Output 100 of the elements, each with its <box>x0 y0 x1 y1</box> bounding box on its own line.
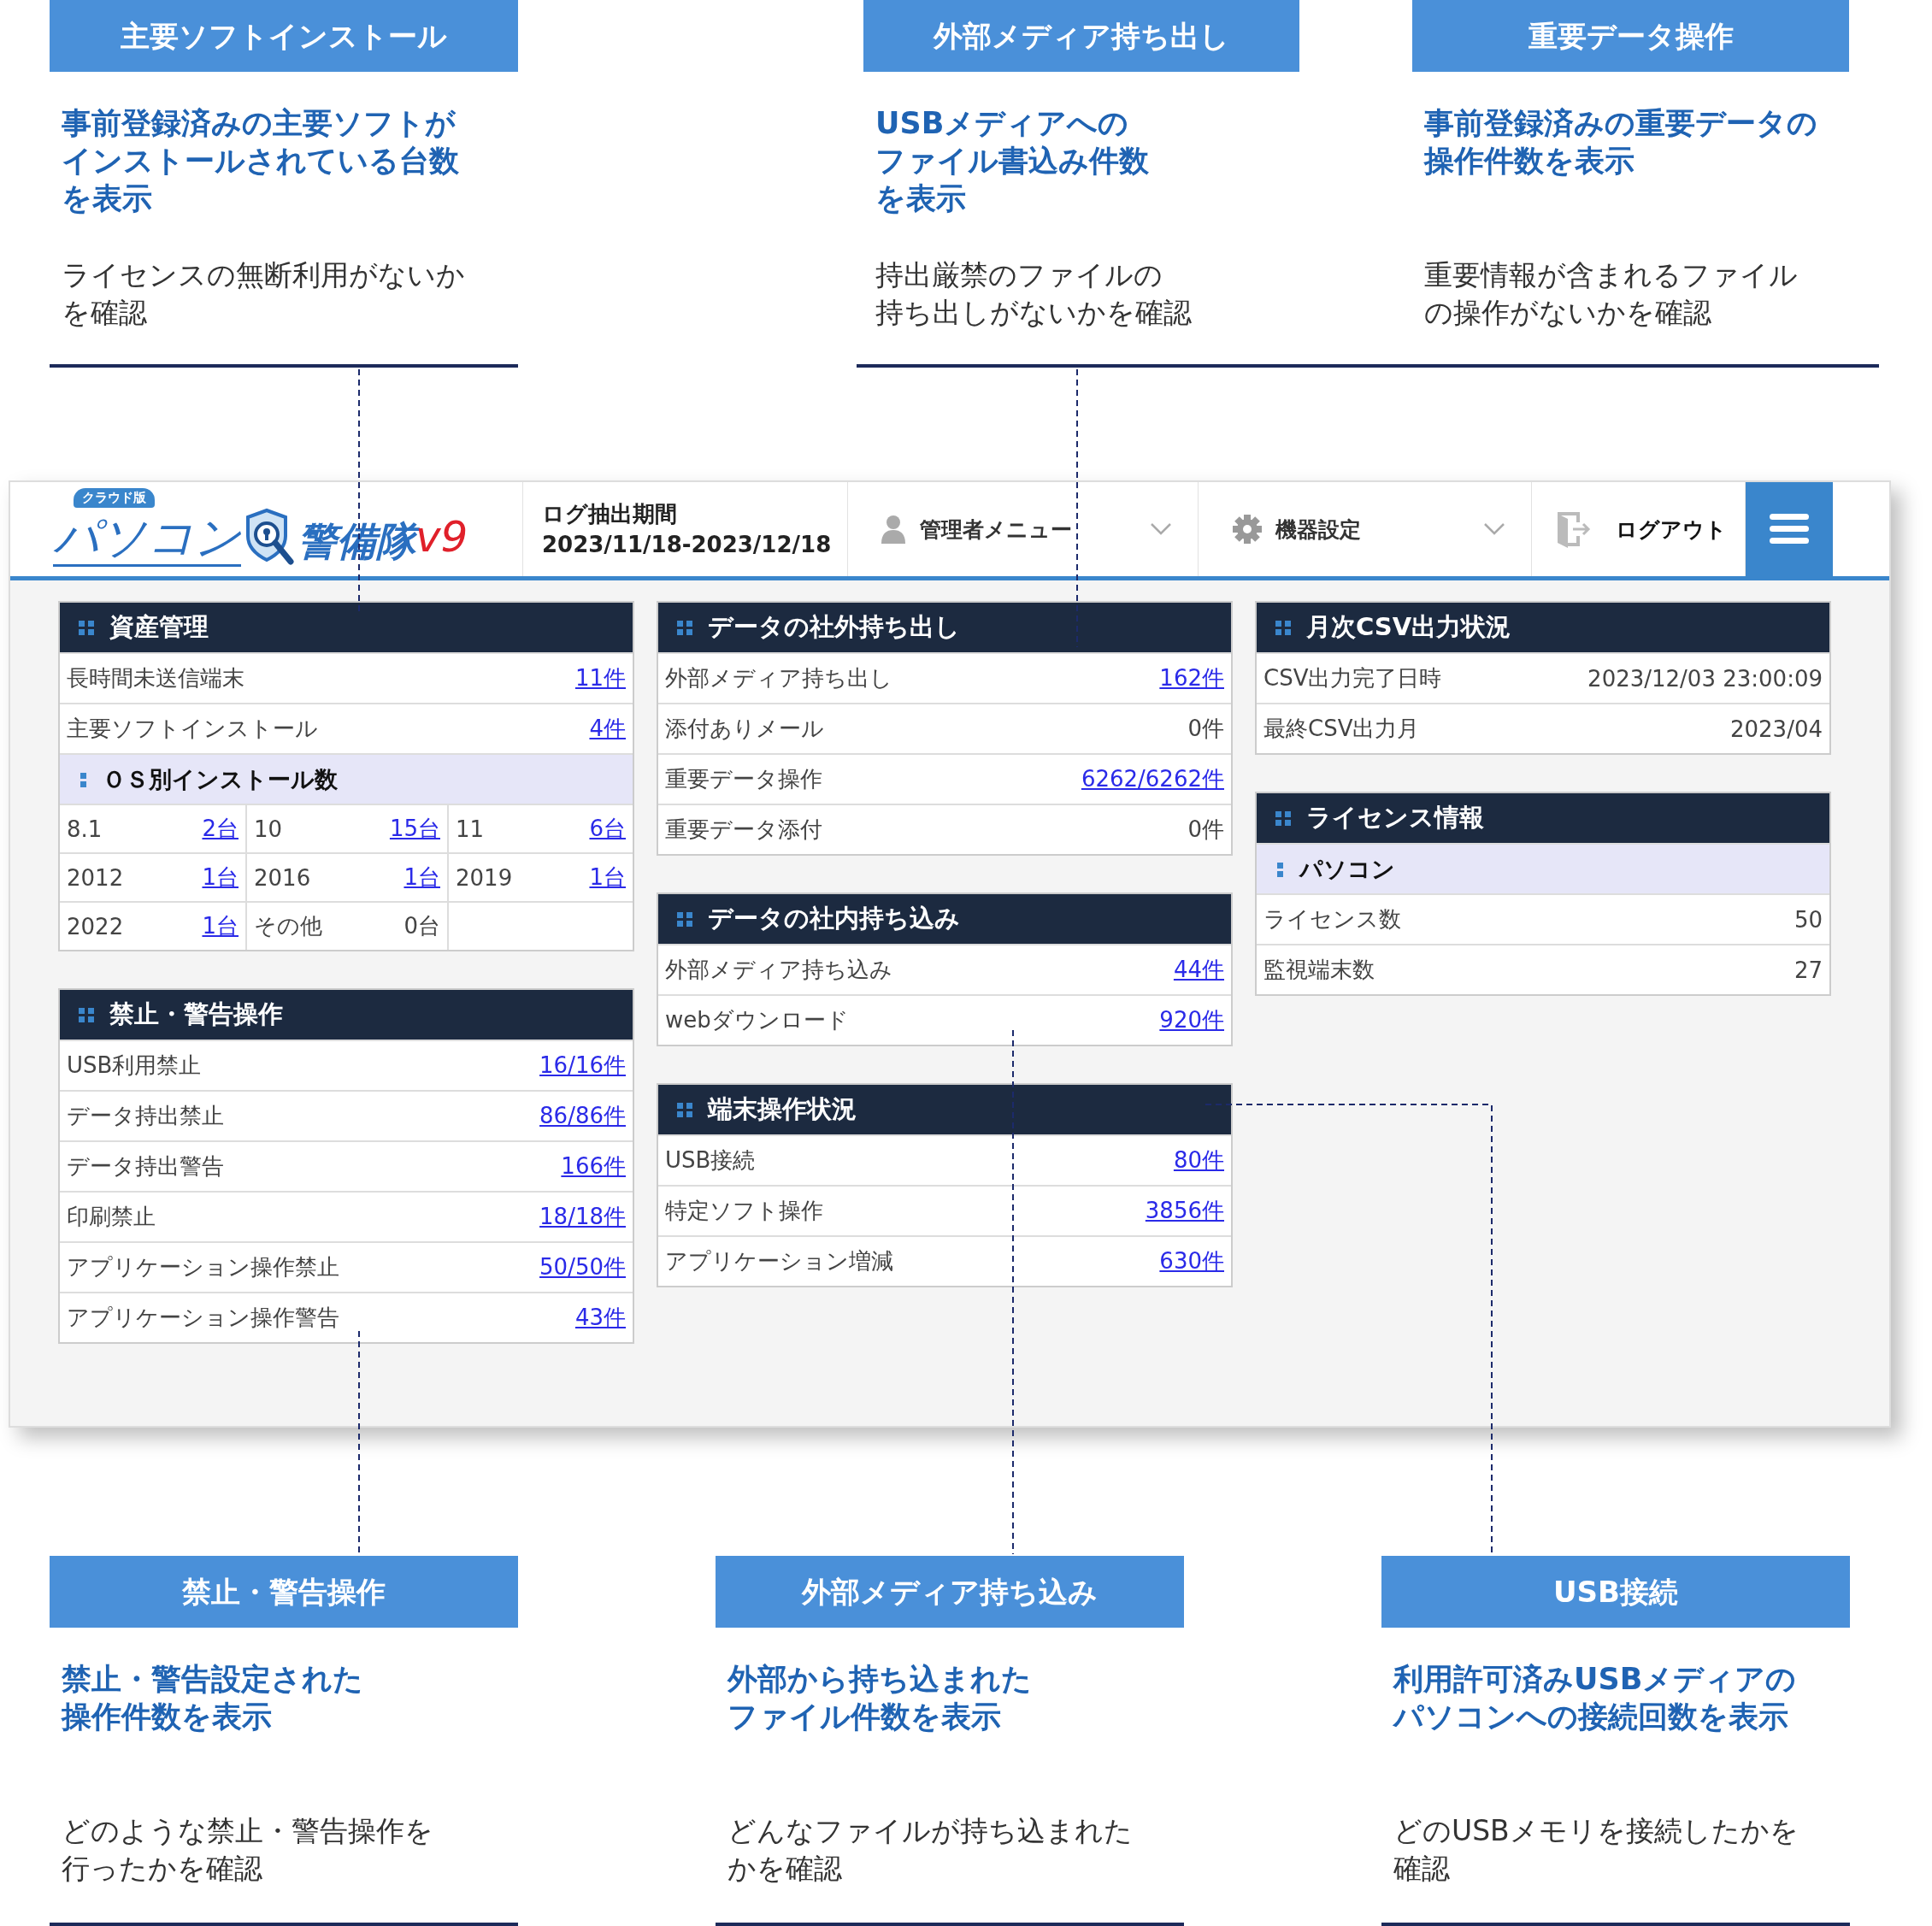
panel-title: 禁止・警告操作 <box>109 998 283 1030</box>
row-label: データ持出禁止 <box>67 1102 224 1130</box>
chevron-down-icon <box>1483 522 1505 536</box>
logout-icon <box>1556 510 1592 548</box>
subheader-title: パソコン <box>1299 854 1395 884</box>
row-label: CSV出力完了日時 <box>1263 664 1442 692</box>
count-link[interactable]: 920件 <box>1159 1005 1224 1035</box>
row-label: 添付ありメール <box>665 715 824 743</box>
row-label: アプリケーション操作警告 <box>67 1304 339 1332</box>
panel-title: データの社外持ち出し <box>708 611 960 643</box>
row-label: アプリケーション操作禁止 <box>67 1253 339 1281</box>
row-label: 外部メディア持ち込み <box>665 956 892 984</box>
callout-title: 外部メディア持ち出し <box>863 0 1299 72</box>
os-version: 2016 <box>254 864 311 891</box>
callout-detail-line: 持出厳禁のファイルの <box>875 257 1163 293</box>
row-value: 0台 <box>403 912 440 940</box>
os-version: 11 <box>456 816 485 842</box>
callout-summary-line: ファイル書込み件数 <box>875 143 1149 180</box>
count-link[interactable]: 1台 <box>202 863 239 892</box>
row-value: 0件 <box>1187 715 1224 743</box>
count-link[interactable]: 50/50件 <box>539 1252 626 1282</box>
callout-title: 外部メディア持ち込み <box>716 1556 1184 1628</box>
callout-detail-line: ライセンスの無断利用がないか <box>62 257 465 293</box>
grip-icon <box>1275 620 1291 635</box>
grip-icon <box>1275 810 1291 826</box>
callout-title: 禁止・警告操作 <box>50 1556 518 1628</box>
callout-summary-line: USBメディアへの <box>875 105 1129 142</box>
os-version: 2012 <box>67 864 124 891</box>
callout-title: 重要データ操作 <box>1412 0 1849 72</box>
callout-summary-line: 禁止・警告設定された <box>62 1661 363 1698</box>
admin-menu[interactable]: 管理者メニュー <box>848 482 1199 576</box>
row-value: 0件 <box>1187 816 1224 844</box>
logo: クラウド版 パソコン 警備隊v9 <box>53 488 475 570</box>
grip-icon <box>1277 861 1284 877</box>
count-link[interactable]: 43件 <box>574 1303 626 1333</box>
panel-title: 資産管理 <box>109 611 209 643</box>
callout-summary-line: 操作件数を表示 <box>62 1699 272 1735</box>
panel-title: 端末操作状況 <box>708 1093 857 1125</box>
callout-summary-line: 操作件数を表示 <box>1424 143 1635 180</box>
callout-summary-line: 利用許可済みUSBメディアの <box>1393 1661 1797 1698</box>
os-version: 10 <box>254 816 283 842</box>
callout-detail-line: 持ち出しがないかを確認 <box>875 295 1192 331</box>
period-label: ログ抽出期間 <box>542 500 677 528</box>
row-value: 50 <box>1794 906 1823 933</box>
os-version: 8.1 <box>67 816 103 842</box>
count-link[interactable]: 630件 <box>1159 1246 1224 1276</box>
callout-detail-line: どのUSBメモリを接続したかを <box>1393 1813 1799 1849</box>
count-link[interactable]: 16/16件 <box>539 1051 626 1081</box>
count-link[interactable]: 4件 <box>589 714 626 744</box>
count-link[interactable]: 3856件 <box>1145 1196 1224 1226</box>
row-label: 外部メディア持ち出し <box>665 664 892 692</box>
callout-summary-line: を表示 <box>875 180 966 217</box>
callout-detail-line: 確認 <box>1393 1851 1450 1887</box>
row-label: データ持出警告 <box>67 1152 224 1181</box>
os-version: その他 <box>254 912 322 940</box>
callout-detail-line: どのような禁止・警告操作を <box>62 1813 433 1849</box>
callout-detail-line: の操作がないかを確認 <box>1424 295 1711 331</box>
row-label: webダウンロード <box>665 1006 849 1034</box>
subheader-title: ＯＳ別インストール数 <box>103 764 338 794</box>
count-link[interactable]: 1台 <box>202 911 239 941</box>
panel-title: データの社内持ち込み <box>708 903 960 934</box>
grip-icon <box>79 620 94 635</box>
count-link[interactable]: 1台 <box>589 863 626 892</box>
count-link[interactable]: 6262/6262件 <box>1081 764 1224 794</box>
count-link[interactable]: 11件 <box>574 663 626 693</box>
row-label: 主要ソフトインストール <box>67 715 318 743</box>
count-link[interactable]: 86/86件 <box>539 1101 626 1131</box>
callout-summary-line: 事前登録済みの重要データの <box>1424 105 1817 142</box>
grip-icon <box>80 771 87 787</box>
user-icon <box>881 515 906 544</box>
row-value: 2023/12/03 23:00:09 <box>1587 665 1823 692</box>
count-link[interactable]: 44件 <box>1173 955 1224 985</box>
count-link[interactable]: 18/18件 <box>539 1202 626 1232</box>
row-label: 重要データ操作 <box>665 765 822 793</box>
count-link[interactable]: 80件 <box>1173 1146 1224 1175</box>
callout-summary-line: 事前登録済みの主要ソフトが <box>62 105 456 142</box>
callout-summary-line: パソコンへの接続回数を表示 <box>1393 1699 1788 1735</box>
count-link[interactable]: 6台 <box>589 814 626 844</box>
row-value: 2023/04 <box>1730 716 1823 742</box>
menu-icon <box>1770 514 1809 545</box>
panel-title: 月次CSV出力状況 <box>1306 611 1511 643</box>
count-link[interactable]: 166件 <box>561 1151 626 1181</box>
menu-button[interactable] <box>1746 482 1833 576</box>
row-label: 監視端末数 <box>1263 956 1375 984</box>
os-version: 2022 <box>67 913 124 939</box>
count-link[interactable]: 162件 <box>1159 663 1224 693</box>
row-label: ライセンス数 <box>1263 905 1401 934</box>
count-link[interactable]: 2台 <box>202 814 239 844</box>
callout-detail-line: 行ったかを確認 <box>62 1851 262 1887</box>
callout-summary-line: インストールされている台数 <box>62 143 459 180</box>
callout-summary-line: 外部から持ち込まれた <box>727 1661 1032 1698</box>
panel-title: ライセンス情報 <box>1306 802 1484 833</box>
callout-summary-line: を表示 <box>62 180 152 217</box>
grip-icon <box>677 620 692 635</box>
count-link[interactable]: 1台 <box>403 863 440 892</box>
row-label: 最終CSV出力月 <box>1263 715 1420 743</box>
count-link[interactable]: 15台 <box>389 814 440 844</box>
callout-detail-line: かを確認 <box>727 1851 842 1887</box>
callout-title: 主要ソフトインストール <box>50 0 518 72</box>
settings-menu[interactable]: 機器設定 <box>1199 482 1532 576</box>
